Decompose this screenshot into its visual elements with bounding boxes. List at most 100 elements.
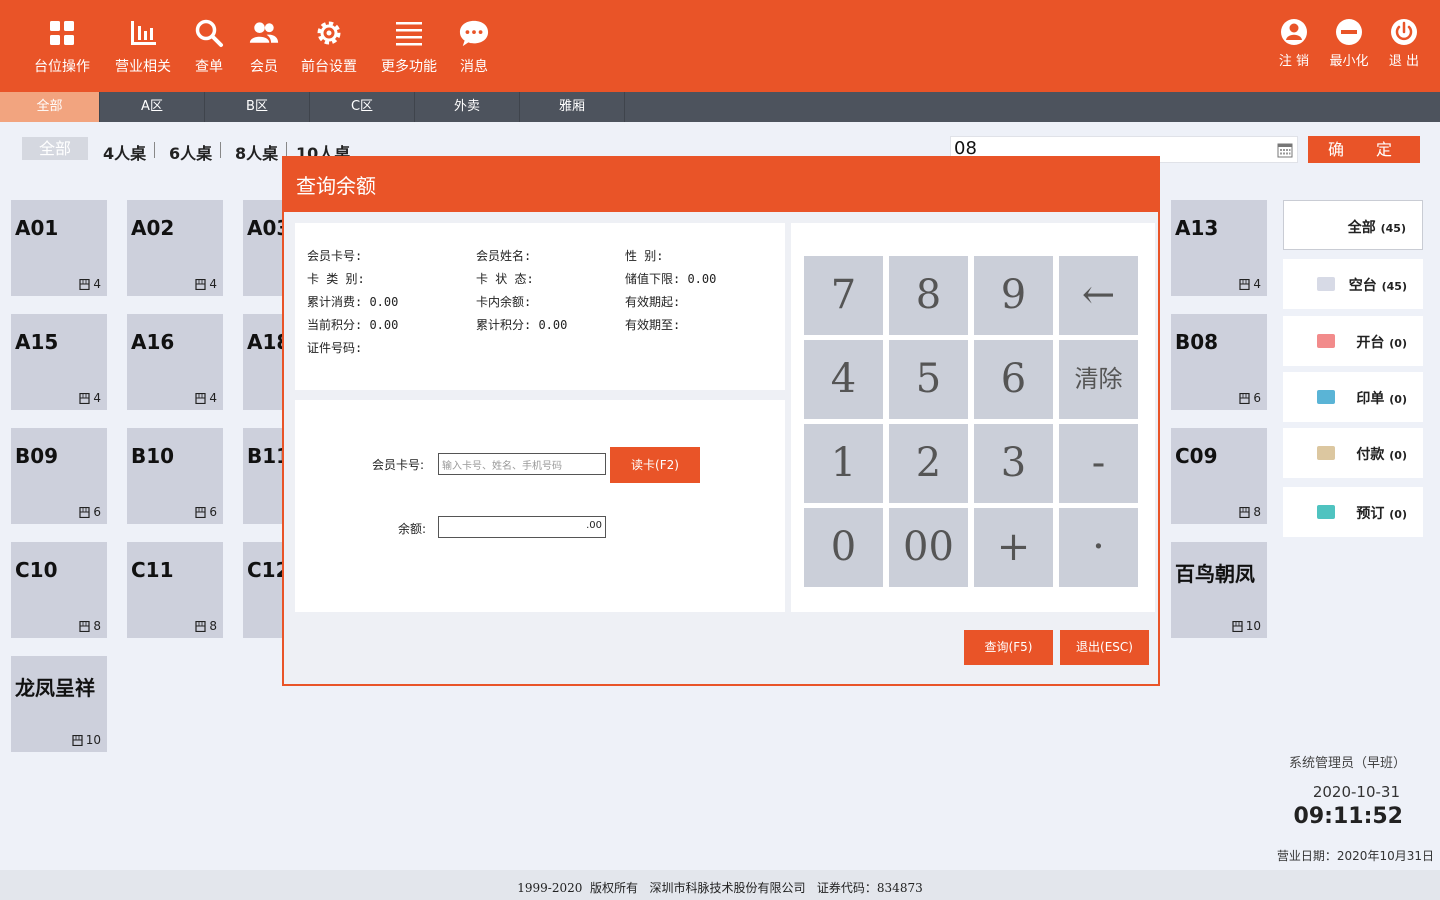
- chair-icon: [79, 506, 90, 518]
- seat-count: 8: [195, 619, 217, 633]
- seat-count: 4: [195, 277, 217, 291]
- nav-label: 消息: [460, 59, 488, 75]
- numeric-keypad: 7 8 9 ← 4 5 6 清除 1 2 3-0 00 + ·: [791, 223, 1155, 612]
- info-current-points: 当前积分: 0.00: [307, 318, 399, 332]
- status-label: 付款 (0): [1356, 444, 1407, 464]
- dialog-exit-button[interactable]: 退出(ESC): [1060, 630, 1149, 665]
- keypad-key[interactable]: 2: [889, 424, 968, 503]
- info-card-status: 卡 状 态:: [476, 272, 534, 286]
- table-name: C09: [1175, 444, 1218, 468]
- status-vacant[interactable]: 空台 (45): [1283, 259, 1423, 309]
- status-text: 付款: [1356, 447, 1385, 463]
- status-reserved[interactable]: 预订 (0): [1283, 487, 1423, 537]
- status-label: 开台 (0): [1356, 332, 1407, 352]
- query-button[interactable]: 查询(F5): [964, 630, 1053, 665]
- table-card[interactable]: 龙凤呈祥 10: [11, 656, 107, 752]
- table-card[interactable]: A15 4: [11, 314, 107, 410]
- filter-4-seat[interactable]: 4人桌: [103, 140, 146, 164]
- confirm-button[interactable]: 确 定: [1308, 136, 1420, 163]
- grid-icon: [50, 21, 74, 45]
- users-icon: [249, 22, 279, 43]
- seat-count: 6: [195, 505, 217, 519]
- keypad-key[interactable]: -: [1059, 424, 1138, 503]
- nav-more-functions[interactable]: 更多功能: [381, 18, 437, 78]
- nav-member[interactable]: 会员: [249, 18, 279, 78]
- keypad-key[interactable]: 8: [889, 256, 968, 335]
- keypad-key[interactable]: ←: [1059, 256, 1138, 335]
- nav-business[interactable]: 营业相关: [115, 18, 171, 78]
- tab-takeout[interactable]: 外卖: [415, 92, 520, 122]
- nav-messages[interactable]: 消息: [459, 18, 489, 78]
- table-card[interactable]: C09 8: [1171, 428, 1267, 524]
- keypad-key[interactable]: 4: [804, 340, 883, 419]
- seat-count: 6: [1239, 391, 1261, 405]
- table-card[interactable]: C11 8: [127, 542, 223, 638]
- table-card[interactable]: A01 4: [11, 200, 107, 296]
- nav-label: 营业相关: [115, 59, 171, 75]
- keypad-key[interactable]: 3: [974, 424, 1053, 503]
- balance-label: 余额:: [398, 522, 427, 536]
- table-card[interactable]: A13 4: [1171, 200, 1267, 296]
- keypad-key[interactable]: 清除: [1059, 340, 1138, 419]
- nav-check-order[interactable]: 查单: [194, 18, 224, 78]
- status-count: (45): [1380, 222, 1406, 235]
- seat-number: 8: [93, 619, 101, 633]
- bar-chart-icon: [131, 21, 156, 45]
- tab-private-room[interactable]: 雅厢: [520, 92, 625, 122]
- table-card[interactable]: B09 6: [11, 428, 107, 524]
- keypad-key[interactable]: 1: [804, 424, 883, 503]
- tab-all[interactable]: 全部: [0, 92, 100, 122]
- chat-icon: [459, 20, 489, 47]
- table-name: 百鸟朝凤: [1175, 562, 1255, 586]
- keypad-key[interactable]: 0: [804, 508, 883, 587]
- minimize-button[interactable]: 最小化: [1319, 18, 1379, 69]
- status-open[interactable]: 开台 (0): [1283, 316, 1423, 366]
- chair-icon: [1239, 392, 1250, 404]
- tab-area-a[interactable]: A区: [100, 92, 205, 122]
- status-printed[interactable]: 印单 (0): [1283, 372, 1423, 422]
- status-count: (0): [1389, 449, 1407, 462]
- table-card[interactable]: A02 4: [127, 200, 223, 296]
- nav-label: 会员: [250, 59, 278, 75]
- power-icon: [1391, 19, 1417, 45]
- table-card[interactable]: 百鸟朝凤 10: [1171, 542, 1267, 638]
- keypad-key[interactable]: +: [974, 508, 1053, 587]
- logout-button[interactable]: 注 销: [1264, 18, 1324, 69]
- status-swatch-icon: [1317, 390, 1335, 404]
- keypad-key[interactable]: 6: [974, 340, 1053, 419]
- filter-6-seat[interactable]: 6人桌: [169, 140, 212, 164]
- tab-area-b[interactable]: B区: [205, 92, 310, 122]
- status-label: 预订 (0): [1356, 503, 1407, 523]
- keypad-key[interactable]: 9: [974, 256, 1053, 335]
- nav-table-operations[interactable]: 台位操作: [34, 18, 90, 78]
- filter-8-seat[interactable]: 8人桌: [235, 140, 278, 164]
- table-card[interactable]: C10 8: [11, 542, 107, 638]
- query-panel: 会员卡号: 输入卡号、姓名、手机号码 读卡(F2) 余额: .00: [295, 400, 785, 612]
- table-card[interactable]: B08 6: [1171, 314, 1267, 410]
- nav-front-settings[interactable]: 前台设置: [301, 18, 357, 78]
- table-card[interactable]: B10 6: [127, 428, 223, 524]
- filter-all[interactable]: 全部: [22, 137, 88, 160]
- exit-button[interactable]: 退 出: [1374, 18, 1434, 69]
- tab-area-c[interactable]: C区: [310, 92, 415, 122]
- status-text: 预订: [1356, 506, 1385, 522]
- calendar-icon[interactable]: [1277, 142, 1293, 158]
- status-all[interactable]: 全部 (45): [1283, 200, 1423, 250]
- card-number-input[interactable]: 输入卡号、姓名、手机号码: [438, 453, 606, 475]
- status-text: 开台: [1356, 335, 1385, 351]
- status-paid[interactable]: 付款 (0): [1283, 428, 1423, 478]
- table-card[interactable]: A16 4: [127, 314, 223, 410]
- status-swatch-icon: [1317, 334, 1335, 348]
- status-label: 全部 (45): [1348, 217, 1406, 237]
- area-tab-bar: 全部 A区 B区 C区 外卖 雅厢: [0, 92, 1440, 122]
- info-total-points: 累计积分: 0.00: [476, 318, 568, 332]
- user-icon: [1281, 19, 1307, 45]
- nav-label: 更多功能: [381, 59, 437, 75]
- read-card-button[interactable]: 读卡(F2): [610, 447, 700, 483]
- keypad-key[interactable]: 5: [889, 340, 968, 419]
- keypad-key[interactable]: 00: [889, 508, 968, 587]
- seat-count: 6: [79, 505, 101, 519]
- status-swatch-icon: [1317, 505, 1335, 519]
- keypad-key[interactable]: 7: [804, 256, 883, 335]
- keypad-key[interactable]: ·: [1059, 508, 1138, 587]
